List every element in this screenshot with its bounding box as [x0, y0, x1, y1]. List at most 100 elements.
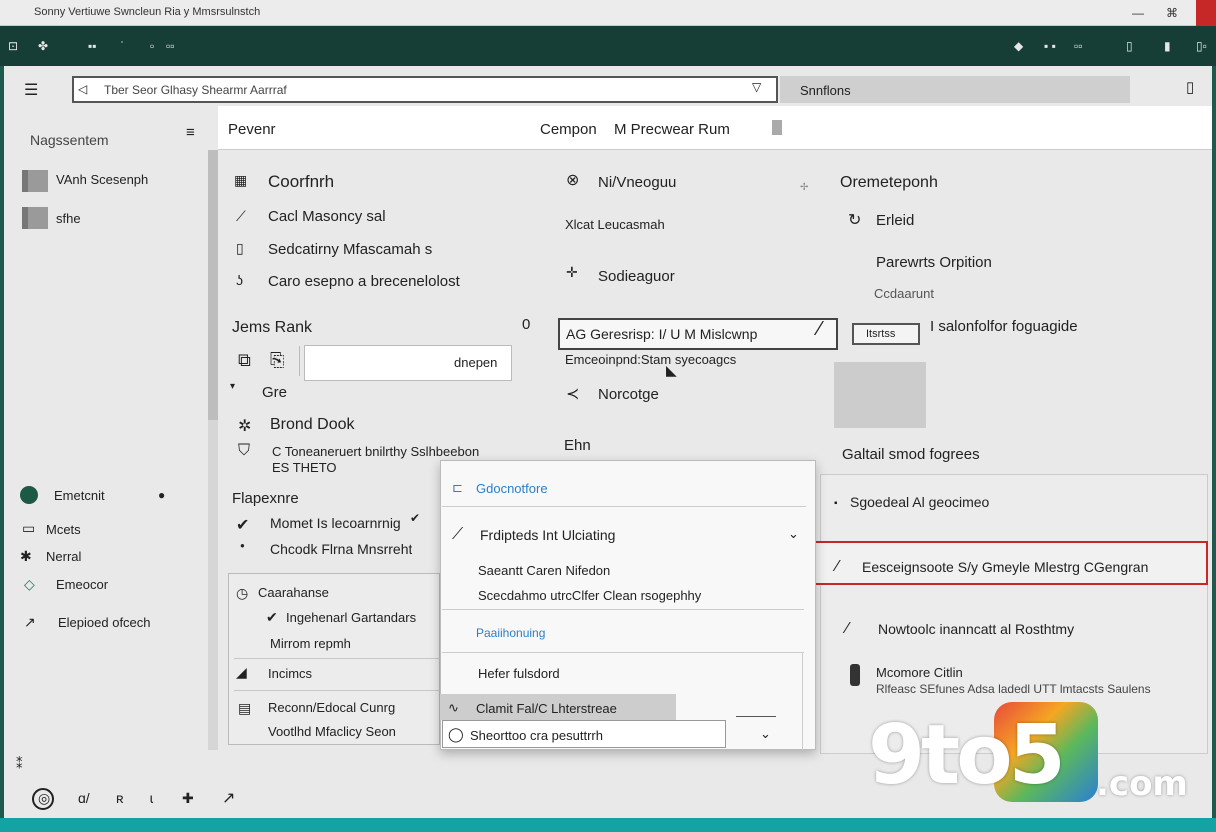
doc-icon: ▯: [236, 240, 244, 256]
sidebar-lower-item-5[interactable]: Elepioed ofcech: [58, 615, 151, 630]
right-panel-row-1[interactable]: Sgoedeal Al geocimeo: [850, 494, 989, 510]
search-button-label[interactable]: Snnflons: [800, 83, 851, 98]
focus-icon[interactable]: ◎: [38, 790, 50, 807]
add-icon[interactable]: ✚: [182, 790, 194, 807]
share-icon[interactable]: ↗: [222, 788, 235, 808]
scrollbar-thumb[interactable]: [208, 150, 218, 420]
sidebar-lower-item-3[interactable]: Nerral: [46, 549, 81, 564]
chevron-down-icon[interactable]: ▽: [752, 80, 761, 94]
tab-icon[interactable]: ▫: [150, 38, 154, 54]
settings-dot-icon[interactable]: ⁑: [16, 756, 23, 772]
column2-row-4[interactable]: Norcotge: [598, 386, 659, 403]
sidebar-lower-item-2[interactable]: Mcets: [46, 522, 81, 537]
arrow-icon: ≺: [566, 386, 580, 403]
triangle-icon: ▾: [230, 381, 236, 392]
document-icon: [22, 170, 48, 192]
divider: [442, 506, 806, 507]
document-icon: [22, 207, 48, 229]
dropdown-header[interactable]: Gdocnotfore: [476, 481, 548, 496]
dots-icon[interactable]: ▪ ▪: [1044, 38, 1056, 54]
battery-icon[interactable]: ▮: [1164, 38, 1171, 54]
dropdown-item-1[interactable]: Frdipteds Int Ulciating: [480, 527, 615, 543]
list-heading: Caarahanse: [258, 585, 329, 600]
sidebar-lower-item-1[interactable]: Emetcnit: [54, 488, 105, 503]
column2-row-2[interactable]: Xlcat Leucasmah: [565, 217, 665, 232]
small-dot-icon: ✢: [800, 182, 809, 193]
tabs-icon[interactable]: ▫▫: [166, 38, 175, 54]
settings-icon[interactable]: ▯▫: [1196, 38, 1207, 54]
right-panel-row-4-title[interactable]: Mcomore Citlin: [876, 665, 963, 680]
wave-icon: ∿: [448, 700, 459, 715]
dropdown-item-5[interactable]: Clamit Fal/C Lhterstreae: [476, 701, 617, 716]
list-item-3[interactable]: Incimcs: [268, 666, 312, 681]
close-button[interactable]: [1196, 0, 1216, 26]
divider: [234, 690, 440, 691]
divider: [802, 652, 803, 750]
selected-row-label[interactable]: Eesceignsoote S/y Gmeyle Mlestrg CGengra…: [862, 559, 1192, 575]
chevron-down-icon[interactable]: ⌄: [760, 726, 771, 742]
group-heading: Flapexnre: [232, 490, 299, 507]
mini-button-label[interactable]: Itsrtss: [866, 328, 895, 340]
grid-icon[interactable]: ▪▪: [88, 38, 97, 54]
list-item-1[interactable]: Ingehenarl Gartandars: [286, 610, 416, 625]
tab-left[interactable]: Pevenr: [228, 121, 276, 138]
minimize-button[interactable]: —: [1128, 3, 1148, 23]
check-icon[interactable]: ✔: [266, 609, 278, 626]
column1-heading: Coorfnrh: [268, 172, 335, 191]
dropdown-item-2[interactable]: Saeantt Caren Nifedon: [478, 563, 610, 578]
text-input-value[interactable]: dnepen: [454, 355, 497, 370]
column2-label: Ehn: [564, 437, 591, 454]
list-item-4[interactable]: Reconn/Edocal Cunrg: [268, 700, 395, 715]
cursor-icon[interactable]: ɩ: [150, 790, 153, 806]
sidebar-lower-item-4[interactable]: Emeocor: [56, 577, 108, 592]
dropdown-input-text[interactable]: Sheorttoo cra pesuttrrh: [470, 728, 603, 743]
dropdown-item-4[interactable]: Hefer fulsdord: [478, 666, 560, 681]
pen-icon: ⟋: [236, 208, 246, 224]
group-item-2[interactable]: Chcodk Flrna Mnsrreht: [270, 541, 412, 557]
bullet-icon: ●: [240, 541, 245, 550]
diamond-icon[interactable]: ◆: [1014, 38, 1023, 54]
format-icon[interactable]: ʀ: [116, 790, 124, 806]
column3-section: Galtail smod fogrees: [842, 446, 980, 463]
right-panel-row-3[interactable]: Nowtoolc inanncatt al Rosthtmy: [878, 621, 1074, 637]
divider: [234, 658, 440, 659]
hamburger-icon[interactable]: ☰: [24, 80, 38, 100]
tick-icon[interactable]: ˈ: [120, 38, 124, 54]
tag-icon: ◇: [24, 576, 35, 592]
tab-center[interactable]: Cempon: [540, 121, 597, 138]
brand-line-2: ES THETO: [272, 460, 337, 475]
column1-item-3[interactable]: Caro esepno a brecenelolost: [268, 273, 460, 290]
maximize-button[interactable]: ⌘: [1162, 3, 1182, 23]
window-icon[interactable]: ▫▫: [1074, 38, 1083, 54]
chevron-down-icon[interactable]: ⌄: [788, 526, 799, 542]
text-icon[interactable]: ɑ/: [78, 790, 90, 806]
device-icon[interactable]: ▯: [1186, 78, 1194, 96]
phone-icon[interactable]: ▯: [1126, 38, 1133, 54]
dot-icon: ▪: [834, 498, 838, 509]
column3-caption: Ccdaarunt: [874, 286, 934, 301]
address-text[interactable]: Tber Seor Glhasy Shearmr Aarrraf: [104, 83, 287, 97]
export-icon: ↗: [24, 614, 36, 630]
gear-icon: ✲: [238, 418, 252, 435]
column1-item-1[interactable]: Cacl Masoncy sal: [268, 208, 386, 225]
bookmark-icon[interactable]: ✤: [38, 38, 48, 54]
column1-item-2[interactable]: Sedcatirny Mfascamah s: [268, 241, 432, 258]
tab-center-2[interactable]: M Precwear Rum: [614, 121, 730, 138]
dropdown-item-3[interactable]: Scecdahmo utrcClfer Clean rsogephhy: [478, 588, 701, 603]
combo-value[interactable]: AG Geresrisp: I/ U M Mislcwnp: [566, 326, 816, 342]
column2-row-3[interactable]: Sodieaguor: [598, 268, 675, 285]
sidebar-menu-icon[interactable]: ≡: [186, 124, 195, 141]
app-icon[interactable]: ⊡: [8, 38, 18, 54]
sidebar-item-2[interactable]: sfhe: [56, 211, 81, 226]
bottom-strip: [0, 818, 1216, 832]
paste-icon[interactable]: ⎘: [270, 350, 284, 371]
copy-icon[interactable]: ⧉: [238, 350, 251, 371]
column3-bullet[interactable]: Erleid: [876, 212, 914, 229]
list-item-5[interactable]: Vootlhd Mfaclicy Seon: [268, 724, 396, 739]
back-icon[interactable]: ◁: [78, 82, 87, 96]
sidebar-item-1[interactable]: VAnh Scesenph: [56, 172, 148, 187]
group-item-1[interactable]: Momet Is lecoarnrnig: [270, 515, 401, 531]
list-item-2[interactable]: Mirrom repmh: [270, 636, 351, 651]
check-icon[interactable]: ✔: [236, 515, 249, 535]
column2-row-1[interactable]: Ni/Vneoguu: [598, 174, 676, 191]
